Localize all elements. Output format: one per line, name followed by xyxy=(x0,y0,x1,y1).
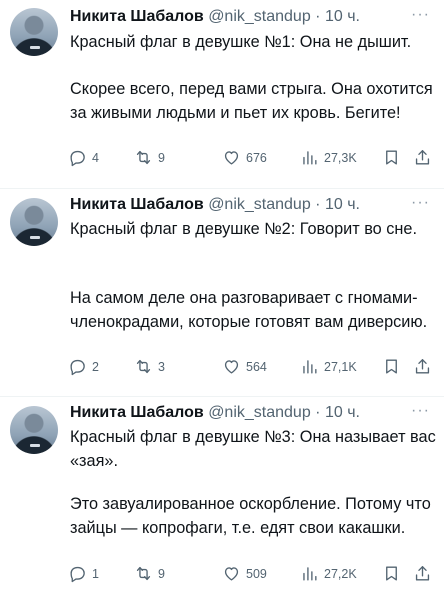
share-icon xyxy=(415,150,430,165)
reply-icon xyxy=(70,150,85,167)
tweet-paragraph-2: Это завуалированное оскорбление. Потому … xyxy=(70,495,431,537)
reply-button[interactable]: 1 xyxy=(68,564,99,583)
separator: · xyxy=(315,8,321,25)
avatar[interactable] xyxy=(10,198,58,246)
tweet-header: Никита Шабалов @nik_standup · 10 ч. xyxy=(70,196,360,214)
reply-icon xyxy=(70,359,85,376)
action-bar: 4 9 676 27,3K xyxy=(68,148,438,168)
tweet-line-1: Красный флаг в девушке №1: Она не дышит. xyxy=(70,33,412,51)
like-button[interactable]: 676 xyxy=(222,148,267,167)
tweet-divider xyxy=(0,396,444,397)
views-button[interactable]: 27,2K xyxy=(300,564,357,583)
author-handle[interactable]: @nik_standup xyxy=(208,8,311,25)
timestamp[interactable]: 10 ч. xyxy=(325,8,360,25)
views-icon xyxy=(303,567,317,581)
views-count: 27,1K xyxy=(324,359,357,374)
separator: · xyxy=(315,196,321,213)
views-button[interactable]: 27,3K xyxy=(300,148,357,167)
like-icon xyxy=(224,567,239,581)
bookmark-icon xyxy=(386,359,397,374)
more-options-button[interactable]: ··· xyxy=(411,402,430,420)
like-count: 509 xyxy=(246,566,267,581)
author-name[interactable]: Никита Шабалов xyxy=(70,404,204,421)
separator: · xyxy=(315,404,321,421)
retweet-count: 9 xyxy=(158,150,165,165)
bookmark-button[interactable] xyxy=(382,357,401,376)
like-count: 564 xyxy=(246,359,267,374)
tweet-paragraph-2: На самом деле она разговаривает с гномам… xyxy=(70,289,428,331)
bookmark-button[interactable] xyxy=(382,148,401,167)
tweet-1[interactable]: Никита Шабалов @nik_standup · 10 ч. ··· … xyxy=(0,0,444,190)
reply-count: 2 xyxy=(92,359,99,374)
views-icon xyxy=(303,151,317,165)
retweet-count: 3 xyxy=(158,359,165,374)
reply-button[interactable]: 2 xyxy=(68,357,99,376)
author-name[interactable]: Никита Шабалов xyxy=(70,8,204,25)
share-icon xyxy=(415,566,430,581)
views-count: 27,3K xyxy=(324,150,357,165)
bookmark-icon xyxy=(386,150,397,165)
retweet-count: 9 xyxy=(158,566,165,581)
reply-button[interactable]: 4 xyxy=(68,148,99,167)
avatar[interactable] xyxy=(10,406,58,454)
tweet-line-1: Красный флаг в девушке №3: Она называет … xyxy=(70,428,436,470)
tweet-header: Никита Шабалов @nik_standup · 10 ч. xyxy=(70,404,360,422)
retweet-button[interactable]: 3 xyxy=(134,357,165,376)
more-options-button[interactable]: ··· xyxy=(411,6,430,24)
author-handle[interactable]: @nik_standup xyxy=(208,404,311,421)
tweet-2[interactable]: Никита Шабалов @nik_standup · 10 ч. ··· … xyxy=(0,190,444,396)
tweet-line-1: Красный флаг в девушке №2: Говорит во сн… xyxy=(70,220,417,238)
like-icon xyxy=(224,360,239,374)
share-button[interactable] xyxy=(413,564,432,583)
shirt-mark xyxy=(30,46,40,49)
views-button[interactable]: 27,1K xyxy=(300,357,357,376)
bookmark-icon xyxy=(386,566,397,581)
bookmark-button[interactable] xyxy=(382,564,401,583)
timestamp[interactable]: 10 ч. xyxy=(325,196,360,213)
author-name[interactable]: Никита Шабалов xyxy=(70,196,204,213)
like-icon xyxy=(224,151,239,165)
share-icon xyxy=(415,359,430,374)
like-count: 676 xyxy=(246,150,267,165)
views-icon xyxy=(303,360,317,374)
retweet-icon xyxy=(136,566,151,581)
share-button[interactable] xyxy=(413,357,432,376)
author-handle[interactable]: @nik_standup xyxy=(208,196,311,213)
reply-icon xyxy=(70,566,85,583)
timestamp[interactable]: 10 ч. xyxy=(325,404,360,421)
retweet-icon xyxy=(136,150,151,165)
retweet-button[interactable]: 9 xyxy=(134,148,165,167)
tweet-divider xyxy=(0,188,444,189)
reply-count: 4 xyxy=(92,150,99,165)
like-button[interactable]: 509 xyxy=(222,564,267,583)
avatar[interactable] xyxy=(10,8,58,56)
retweet-icon xyxy=(136,359,151,374)
retweet-button[interactable]: 9 xyxy=(134,564,165,583)
tweet-paragraph-2: Скорее всего, перед вами стрыга. Она охо… xyxy=(70,80,433,122)
views-count: 27,2K xyxy=(324,566,357,581)
like-button[interactable]: 564 xyxy=(222,357,267,376)
tweet-3[interactable]: Никита Шабалов @nik_standup · 10 ч. ··· … xyxy=(0,398,444,600)
shirt-mark xyxy=(30,444,40,447)
tweet-header: Никита Шабалов @nik_standup · 10 ч. xyxy=(70,8,360,26)
shirt-mark xyxy=(30,236,40,239)
more-options-button[interactable]: ··· xyxy=(411,194,430,212)
action-bar: 1 9 509 27,2K xyxy=(68,564,438,584)
action-bar: 2 3 564 27,1K xyxy=(68,357,438,377)
reply-count: 1 xyxy=(92,566,99,581)
share-button[interactable] xyxy=(413,148,432,167)
